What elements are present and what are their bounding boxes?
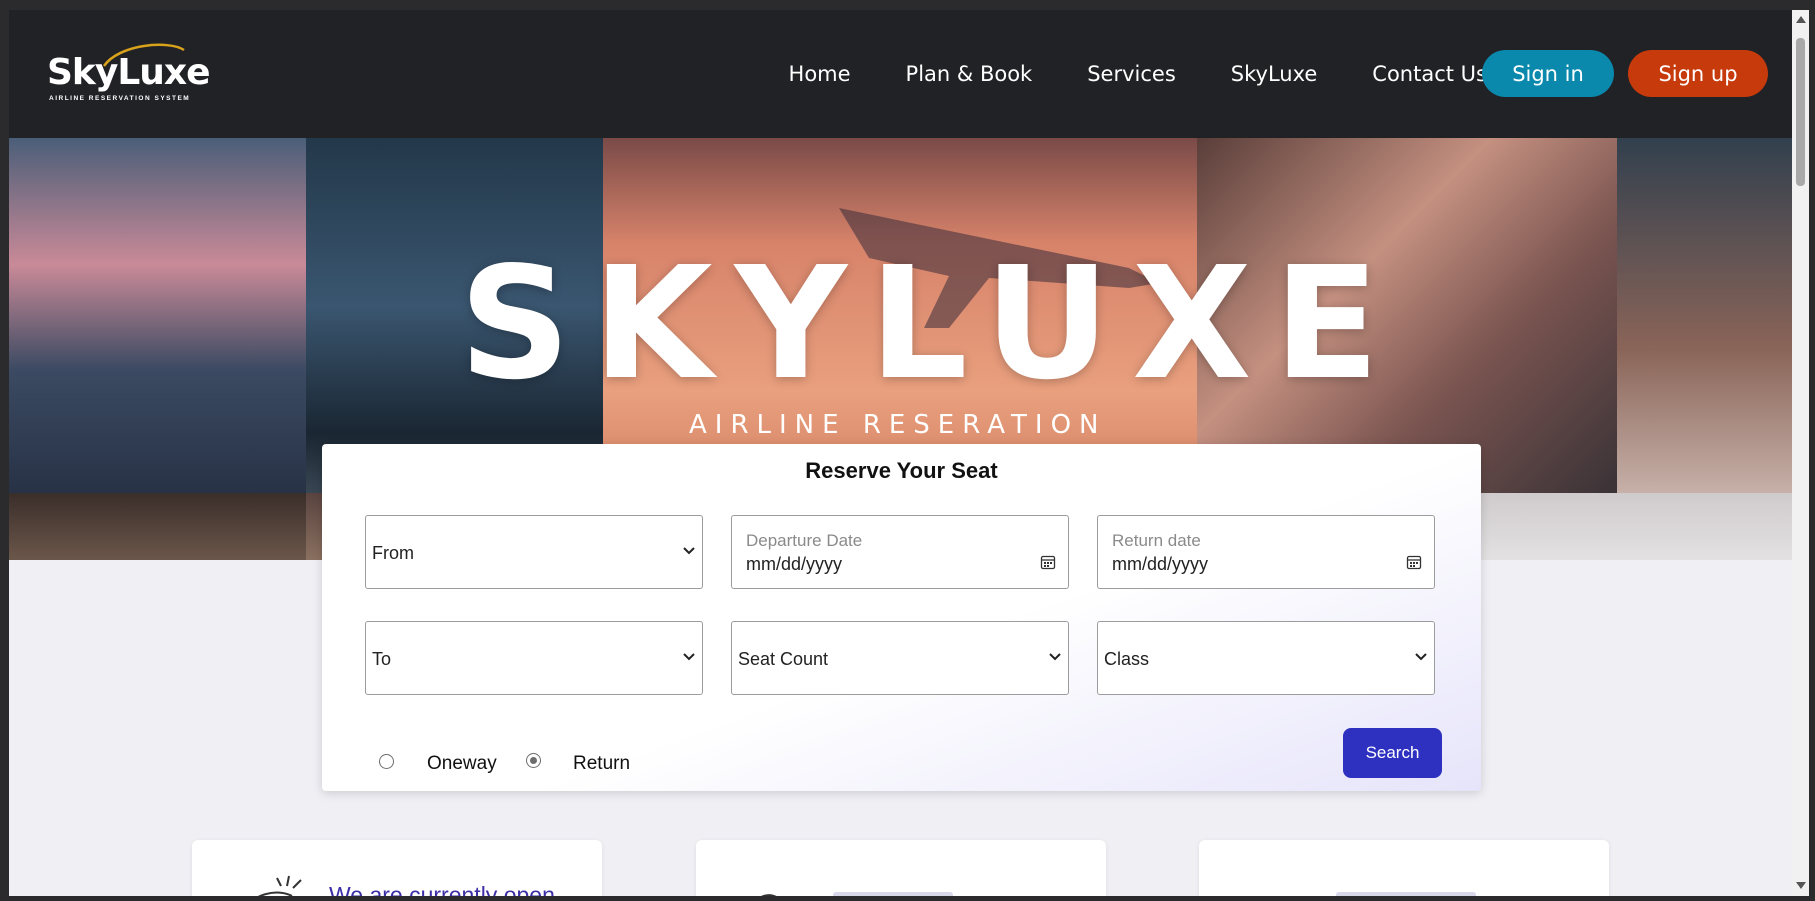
logo-text: SkyLuxe: [47, 52, 211, 93]
return-date-input[interactable]: mm/dd/yyyy: [1112, 554, 1208, 575]
to-select-value: To: [372, 649, 392, 669]
nav-skyluxe[interactable]: SkyLuxe: [1231, 62, 1318, 86]
nav-plan-book[interactable]: Plan & Book: [906, 62, 1033, 86]
sun-icon: [257, 875, 302, 896]
seat-count-value: Seat Count: [738, 649, 829, 669]
calendar-icon[interactable]: [1406, 554, 1422, 570]
return-radio[interactable]: [526, 753, 541, 768]
sign-in-button[interactable]: Sign in: [1482, 50, 1614, 97]
to-select[interactable]: To: [365, 621, 703, 695]
return-label[interactable]: Return: [573, 753, 630, 775]
chevron-down-icon: [1415, 653, 1427, 661]
chevron-down-icon: [683, 653, 695, 661]
departure-date-input[interactable]: mm/dd/yyyy: [746, 554, 842, 575]
navbar: SkyLuxe AIRLINE RESERVATION SYSTEM Home …: [9, 10, 1792, 138]
from-select[interactable]: From: [365, 515, 703, 589]
departure-date-field[interactable]: Departure Date mm/dd/yyyy: [731, 515, 1069, 589]
chevron-down-icon: [683, 547, 695, 555]
scroll-up-arrow-icon[interactable]: [1796, 16, 1806, 23]
search-button[interactable]: Search: [1343, 728, 1442, 778]
flight-icon: [761, 894, 777, 896]
info-card-refund: [1199, 840, 1609, 896]
info-card-open-hours: We are currently open: [192, 840, 602, 896]
return-date-field[interactable]: Return date mm/dd/yyyy: [1097, 515, 1435, 589]
nav-links: Home Plan & Book Services SkyLuxe Contac…: [734, 10, 1487, 138]
nav-services[interactable]: Services: [1087, 62, 1176, 86]
info-card-text-cutoff: [833, 892, 953, 896]
scroll-thumb[interactable]: [1796, 38, 1805, 186]
logo[interactable]: SkyLuxe AIRLINE RESERVATION SYSTEM: [47, 40, 211, 110]
scroll-down-arrow-icon[interactable]: [1796, 882, 1806, 889]
departure-date-label: Departure Date: [746, 531, 863, 550]
oneway-radio[interactable]: [379, 754, 394, 769]
class-select-value: Class: [1104, 649, 1150, 669]
hero-image-cabin-lower: [9, 493, 306, 560]
hero-subtitle: AIRLINE RESERATION: [689, 410, 1107, 440]
sign-up-button[interactable]: Sign up: [1628, 50, 1768, 97]
hero-title: SKYLUXE: [459, 233, 1402, 414]
chevron-down-icon: [1049, 653, 1061, 661]
class-select[interactable]: Class: [1097, 621, 1435, 695]
nav-home[interactable]: Home: [789, 62, 851, 86]
reservation-title: Reserve Your Seat: [805, 458, 998, 483]
from-select-value: From: [372, 543, 414, 563]
logo-tagline: AIRLINE RESERVATION SYSTEM: [49, 95, 191, 102]
oneway-label[interactable]: Oneway: [427, 753, 497, 775]
info-card-text-cutoff: [1336, 892, 1476, 896]
return-date-label: Return date: [1112, 531, 1201, 550]
reservation-form: Reserve Your Seat From Departure Date mm…: [322, 444, 1481, 791]
calendar-icon[interactable]: [1040, 554, 1056, 570]
nav-contact-us[interactable]: Contact Us: [1372, 62, 1487, 86]
browser-viewport: SkyLuxe AIRLINE RESERVATION SYSTEM Home …: [9, 10, 1792, 896]
seat-count-select[interactable]: Seat Count: [731, 621, 1069, 695]
scrollbar[interactable]: [1792, 10, 1809, 896]
info-card-text: We are currently open: [329, 882, 555, 896]
info-card-flight: [696, 840, 1106, 896]
